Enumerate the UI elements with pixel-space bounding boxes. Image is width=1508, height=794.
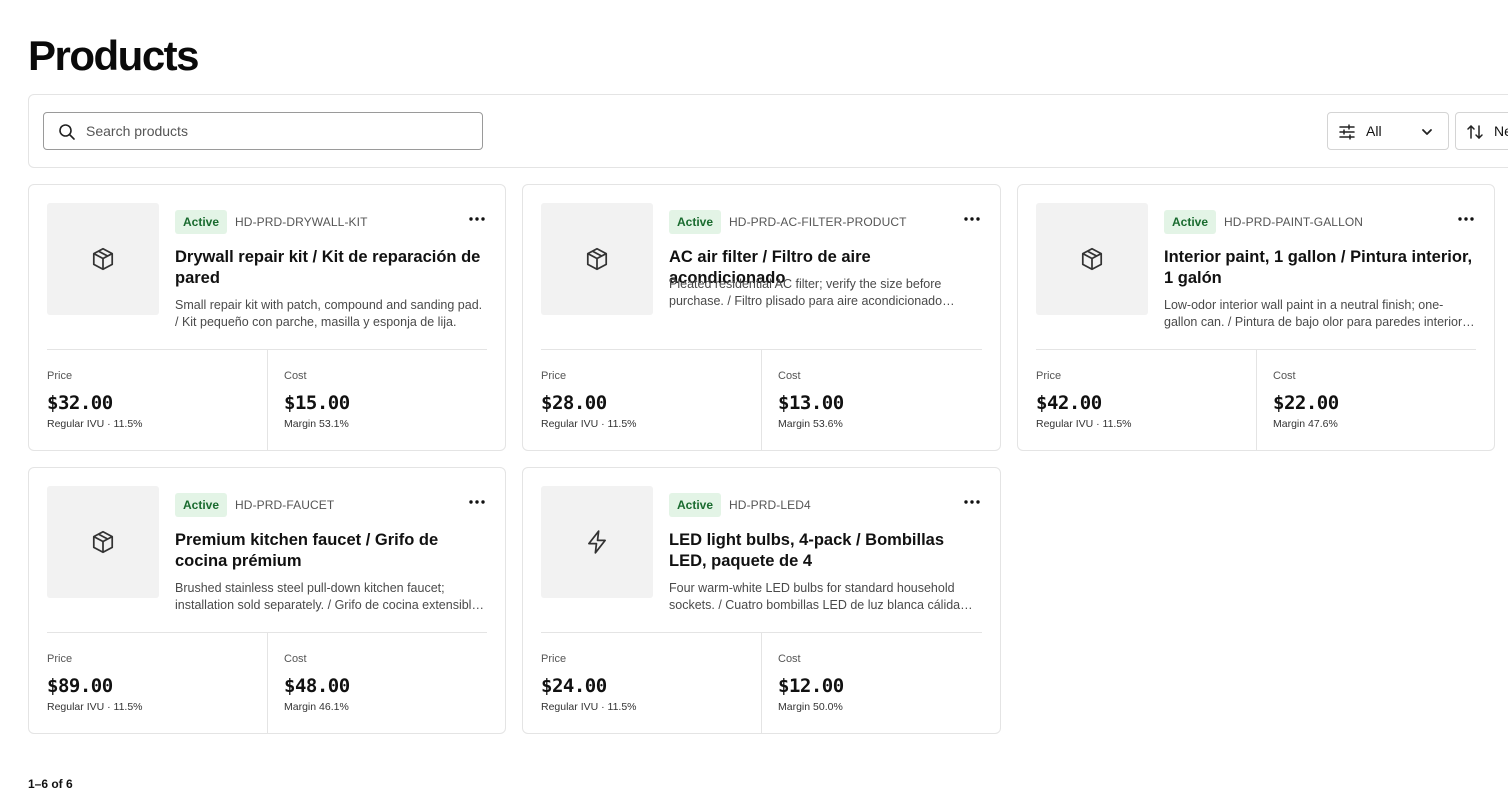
product-sku: HD-PRD-LED4	[729, 498, 811, 512]
more-horizontal-icon	[469, 500, 485, 504]
price-label: Price	[541, 653, 567, 665]
more-options-button[interactable]	[962, 494, 982, 510]
product-card[interactable]: Active HD-PRD-DRYWALL-KIT Drywall repair…	[28, 184, 506, 451]
box-icon	[92, 530, 114, 554]
filter-dropdown[interactable]: All	[1327, 112, 1449, 150]
product-description: Brushed stainless steel pull-down kitche…	[175, 581, 479, 612]
page-title: Products	[28, 32, 200, 79]
product-thumbnail	[541, 203, 653, 315]
tax-info: Regular IVU · 11.5%	[47, 418, 143, 430]
product-sku: HD-PRD-FAUCET	[235, 498, 335, 512]
cost-value: $22.00	[1273, 392, 1339, 414]
sliders-icon	[1339, 124, 1355, 140]
price-value: $28.00	[541, 392, 607, 414]
price-block: Price $32.00 Regular IVU · 11.5%	[29, 350, 267, 450]
cost-block: Cost $48.00 Margin 46.1%	[267, 633, 505, 733]
tax-info: Regular IVU · 11.5%	[541, 701, 637, 713]
sort-label: Newest	[1494, 123, 1508, 139]
product-description: Pleated residential AC filter; verify th…	[669, 277, 943, 308]
product-card[interactable]: Active HD-PRD-AC-FILTER-PRODUCT AC air f…	[522, 184, 1001, 451]
cost-block: Cost $13.00 Margin 53.6%	[761, 350, 1000, 450]
status-badge: Active	[1164, 210, 1217, 234]
price-label: Price	[541, 370, 567, 382]
product-name[interactable]: Drywall repair kit / Kit de reparación d…	[175, 247, 487, 289]
box-icon	[1081, 247, 1103, 271]
product-thumbnail	[47, 486, 159, 598]
search-icon	[59, 124, 75, 140]
price-label: Price	[1036, 370, 1062, 382]
product-description: Small repair kit with patch, compound an…	[175, 298, 483, 329]
box-icon	[92, 247, 114, 271]
price-block: Price $89.00 Regular IVU · 11.5%	[29, 633, 267, 733]
cost-label: Cost	[1273, 370, 1296, 382]
box-icon	[586, 247, 608, 271]
margin-info: Margin 46.1%	[284, 701, 349, 713]
price-value: $89.00	[47, 675, 113, 697]
sort-dropdown[interactable]: Newest	[1455, 112, 1508, 150]
cost-block: Cost $15.00 Margin 53.1%	[267, 350, 505, 450]
cost-value: $13.00	[778, 392, 844, 414]
filter-label: All	[1366, 123, 1382, 139]
more-horizontal-icon	[964, 500, 980, 504]
more-horizontal-icon	[1458, 217, 1474, 221]
tax-info: Regular IVU · 11.5%	[47, 701, 143, 713]
status-badge: Active	[669, 493, 722, 517]
cost-block: Cost $12.00 Margin 50.0%	[761, 633, 1000, 733]
product-description: Low-odor interior wall paint in a neutra…	[1164, 298, 1476, 329]
product-thumbnail	[47, 203, 159, 315]
status-badge: Active	[175, 493, 228, 517]
cost-label: Cost	[778, 653, 801, 665]
more-horizontal-icon	[964, 217, 980, 221]
price-block: Price $24.00 Regular IVU · 11.5%	[523, 633, 761, 733]
cost-label: Cost	[284, 370, 307, 382]
cost-value: $48.00	[284, 675, 350, 697]
tax-info: Regular IVU · 11.5%	[1036, 418, 1132, 430]
product-sku: HD-PRD-PAINT-GALLON	[1224, 215, 1364, 229]
product-card[interactable]: Active HD-PRD-PAINT-GALLON Interior pain…	[1017, 184, 1495, 451]
product-name[interactable]: Premium kitchen faucet / Grifo de cocina…	[175, 530, 487, 572]
status-badge: Active	[669, 210, 722, 234]
search-input[interactable]	[86, 113, 466, 149]
pagination-info: 1–6 of 6	[28, 777, 73, 791]
product-sku: HD-PRD-AC-FILTER-PRODUCT	[729, 215, 907, 229]
cost-label: Cost	[284, 653, 307, 665]
product-card[interactable]: Active HD-PRD-LED4 LED light bulbs, 4-pa…	[522, 467, 1001, 734]
product-name[interactable]: Interior paint, 1 gallon / Pintura inter…	[1164, 247, 1476, 289]
more-options-button[interactable]	[962, 211, 982, 227]
product-sku: HD-PRD-DRYWALL-KIT	[235, 215, 368, 229]
margin-info: Margin 50.0%	[778, 701, 843, 713]
price-label: Price	[47, 653, 73, 665]
cost-label: Cost	[778, 370, 801, 382]
product-grid: Active HD-PRD-DRYWALL-KIT Drywall repair…	[28, 184, 1496, 734]
cost-value: $12.00	[778, 675, 844, 697]
margin-info: Margin 53.1%	[284, 418, 349, 430]
price-label: Price	[47, 370, 73, 382]
product-name[interactable]: LED light bulbs, 4-pack / Bombillas LED,…	[669, 530, 982, 572]
product-thumbnail	[541, 486, 653, 598]
more-options-button[interactable]	[467, 211, 487, 227]
price-value: $42.00	[1036, 392, 1102, 414]
lightning-icon	[588, 530, 606, 554]
cost-block: Cost $22.00 Margin 47.6%	[1256, 350, 1494, 450]
toolbar: All Newest	[28, 94, 1508, 168]
product-card[interactable]: Active HD-PRD-FAUCET Premium kitchen fau…	[28, 467, 506, 734]
sort-icon	[1467, 125, 1483, 139]
product-description: Four warm-white LED bulbs for standard h…	[669, 581, 961, 612]
cost-value: $15.00	[284, 392, 350, 414]
margin-info: Margin 53.6%	[778, 418, 843, 430]
tax-info: Regular IVU · 11.5%	[541, 418, 637, 430]
price-value: $24.00	[541, 675, 607, 697]
more-horizontal-icon	[469, 217, 485, 221]
product-thumbnail	[1036, 203, 1148, 315]
chevron-down-icon	[1422, 129, 1432, 135]
search-box[interactable]	[43, 112, 483, 150]
price-value: $32.00	[47, 392, 113, 414]
more-options-button[interactable]	[1456, 211, 1476, 227]
more-options-button[interactable]	[467, 494, 487, 510]
status-badge: Active	[175, 210, 228, 234]
price-block: Price $28.00 Regular IVU · 11.5%	[523, 350, 761, 450]
price-block: Price $42.00 Regular IVU · 11.5%	[1018, 350, 1256, 450]
margin-info: Margin 47.6%	[1273, 418, 1338, 430]
